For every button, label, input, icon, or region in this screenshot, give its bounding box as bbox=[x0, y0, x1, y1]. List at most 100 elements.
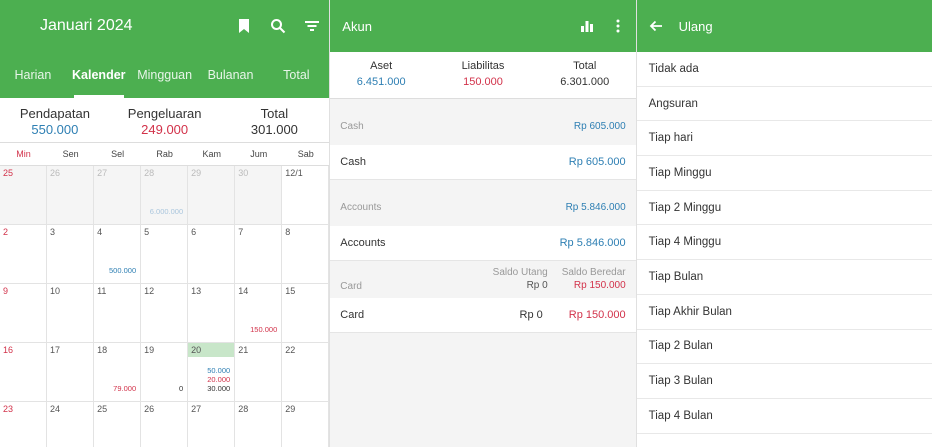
calendar-day-cell[interactable]: 2 bbox=[0, 225, 48, 284]
repeat-option[interactable]: Tiap Minggu bbox=[636, 156, 932, 191]
calendar-day-cell[interactable]: 12/1 bbox=[282, 166, 330, 225]
repeat-option[interactable]: Tiap 4 Minggu bbox=[636, 225, 932, 261]
day-number: 18 bbox=[97, 345, 108, 355]
calendar-day-cell[interactable]: 24 bbox=[47, 402, 95, 447]
calendar-day-cell[interactable]: 25 bbox=[94, 402, 142, 447]
calendar-day-cell[interactable]: 13 bbox=[188, 284, 236, 343]
calendar-day-cell[interactable]: 29 bbox=[282, 402, 330, 447]
account-amount: Rp 5.846.000 bbox=[559, 237, 626, 249]
card-section-header: Card Saldo Utang Rp 0 Saldo Beredar Rp 1… bbox=[330, 261, 635, 298]
day-amount: 79.000 bbox=[113, 384, 137, 393]
day-number: 12 bbox=[144, 286, 155, 296]
day-number: 5 bbox=[144, 227, 150, 237]
calendar-day-cell[interactable]: 4 500.000 bbox=[94, 225, 142, 284]
day-number: 23 bbox=[3, 404, 14, 414]
account-row-accounts[interactable]: Accounts Rp 5.846.000 bbox=[330, 226, 636, 261]
calendar-day-cell[interactable]: 5 bbox=[141, 225, 189, 284]
day-amount: 0 bbox=[178, 384, 184, 393]
calendar-day-cell[interactable]: 27 bbox=[94, 166, 142, 225]
account-row-card[interactable]: Card Rp 0 Rp 150.000 bbox=[330, 298, 636, 333]
card-balance-label: Saldo Utang bbox=[492, 267, 548, 278]
calendar-day-cell[interactable]: 30 bbox=[235, 166, 283, 225]
calendar-day-cell[interactable]: 20 50.000 20.000 30.000 bbox=[188, 343, 236, 402]
tab-kalender[interactable]: Kalender bbox=[66, 52, 132, 98]
back-arrow-icon[interactable] bbox=[649, 9, 671, 43]
calendar-day-cell[interactable]: 16 bbox=[0, 343, 48, 402]
bar-chart-icon[interactable] bbox=[570, 9, 604, 43]
day-amount: 30.000 bbox=[207, 384, 231, 393]
view-tabs: Harian Kalender Mingguan Bulanan Total bbox=[0, 52, 330, 98]
day-number: 13 bbox=[191, 286, 202, 296]
card-balance-header: Saldo Utang Rp 0 bbox=[493, 266, 548, 292]
calendar-day-cell[interactable]: 17 bbox=[47, 343, 95, 402]
repeat-option[interactable]: Tiap hari bbox=[636, 121, 932, 157]
calendar-day-cell[interactable]: 9 bbox=[0, 284, 48, 343]
calendar-day-cell[interactable]: 28 bbox=[235, 402, 283, 447]
more-vert-icon[interactable] bbox=[604, 9, 632, 43]
tab-mingguan[interactable]: Mingguan bbox=[132, 52, 198, 98]
accounts-screen: Akun Aset 6.451.000 Liabilitas 150.000 T… bbox=[330, 0, 637, 447]
repeat-option[interactable]: Tidak ada bbox=[636, 52, 932, 87]
weekday-label: Kam bbox=[202, 149, 221, 159]
repeat-option[interactable]: Angsuran bbox=[636, 87, 932, 122]
net-total: Total 6.301.000 bbox=[534, 52, 636, 98]
bookmark-icon[interactable] bbox=[227, 9, 261, 43]
tab-total[interactable]: Total bbox=[263, 52, 329, 98]
calendar-day-cell[interactable]: 21 bbox=[235, 343, 283, 402]
calendar-day-cell[interactable]: 6 bbox=[188, 225, 236, 284]
calendar-day-cell[interactable]: 26 bbox=[47, 166, 95, 225]
card-outstanding-total: Rp 150.000 bbox=[573, 280, 626, 291]
assets-value: 6.451.000 bbox=[356, 76, 406, 88]
calendar-day-cell[interactable]: 7 bbox=[235, 225, 283, 284]
day-number: 21 bbox=[238, 345, 249, 355]
calendar-day-cell[interactable]: 12 bbox=[141, 284, 189, 343]
account-name: Accounts bbox=[340, 237, 386, 249]
calendar-day-cell[interactable]: 8 bbox=[282, 225, 330, 284]
calendar-day-cell[interactable]: 3 bbox=[47, 225, 95, 284]
day-number: 7 bbox=[238, 227, 244, 237]
filter-icon[interactable] bbox=[295, 9, 329, 43]
calendar-day-cell[interactable]: 28 6.000.000 bbox=[141, 166, 189, 225]
card-section-label: Card bbox=[340, 281, 362, 292]
cash-section-label: Cash bbox=[340, 121, 364, 132]
calendar-day-cell[interactable]: 22 bbox=[282, 343, 330, 402]
calendar-day-cell[interactable]: 19 0 bbox=[141, 343, 189, 402]
day-number: 29 bbox=[285, 404, 296, 414]
day-number: 24 bbox=[50, 404, 61, 414]
calendar-day-cell[interactable]: 10 bbox=[47, 284, 95, 343]
calendar-day-cell[interactable]: 27 bbox=[188, 402, 236, 447]
calendar-day-cell[interactable]: 29 bbox=[188, 166, 236, 225]
repeat-option[interactable]: Tiap Bulan bbox=[636, 260, 932, 295]
calendar-screen: Januari 2024 Harian Kalender Mingguan Bu… bbox=[0, 0, 331, 447]
month-title[interactable]: Januari 2024 bbox=[40, 17, 133, 35]
calendar-day-cell[interactable]: 23 bbox=[0, 402, 48, 447]
repeat-option[interactable]: Tiap 3 Bulan bbox=[636, 364, 932, 399]
day-amount: 150.000 bbox=[250, 325, 278, 334]
card-outstanding: Rp 150.000 bbox=[568, 309, 626, 321]
repeat-option[interactable]: Tiap 2 Minggu bbox=[636, 191, 932, 226]
day-number: 2 bbox=[3, 227, 9, 237]
calendar-day-cell[interactable]: 14 150.000 bbox=[235, 284, 283, 343]
account-row-cash[interactable]: Cash Rp 605.000 bbox=[330, 145, 636, 180]
calendar-day-cell[interactable]: 18 79.000 bbox=[94, 343, 142, 402]
tab-harian[interactable]: Harian bbox=[0, 52, 66, 98]
calendar-day-cell[interactable]: 25 bbox=[0, 166, 48, 225]
calendar-day-cell[interactable]: 15 bbox=[282, 284, 330, 343]
account-amount: Rp 605.000 bbox=[568, 156, 626, 168]
day-number: 20 bbox=[188, 343, 235, 357]
repeat-option[interactable]: Tiap Akhir Bulan bbox=[636, 295, 932, 330]
calendar-actions bbox=[227, 9, 329, 43]
day-number: 22 bbox=[285, 345, 296, 355]
calendar-day-cell[interactable]: 11 bbox=[94, 284, 142, 343]
repeat-option[interactable]: Tiap 4 Bulan bbox=[636, 399, 932, 434]
calendar-day-cell[interactable]: 26 bbox=[141, 402, 189, 447]
income-value: 550.000 bbox=[31, 122, 79, 137]
repeat-option[interactable]: Tiap 2 Bulan bbox=[636, 330, 932, 365]
accounts-section-header: Accounts Rp 5.846.000 bbox=[330, 189, 635, 226]
search-icon[interactable] bbox=[261, 9, 295, 43]
cash-section-header: Cash Rp 605.000 bbox=[330, 108, 635, 145]
accounts-appbar: Akun bbox=[330, 0, 636, 52]
tab-bulanan[interactable]: Bulanan bbox=[198, 52, 264, 98]
card-balance-total: Rp 0 bbox=[526, 280, 548, 291]
day-number: 27 bbox=[191, 404, 202, 414]
